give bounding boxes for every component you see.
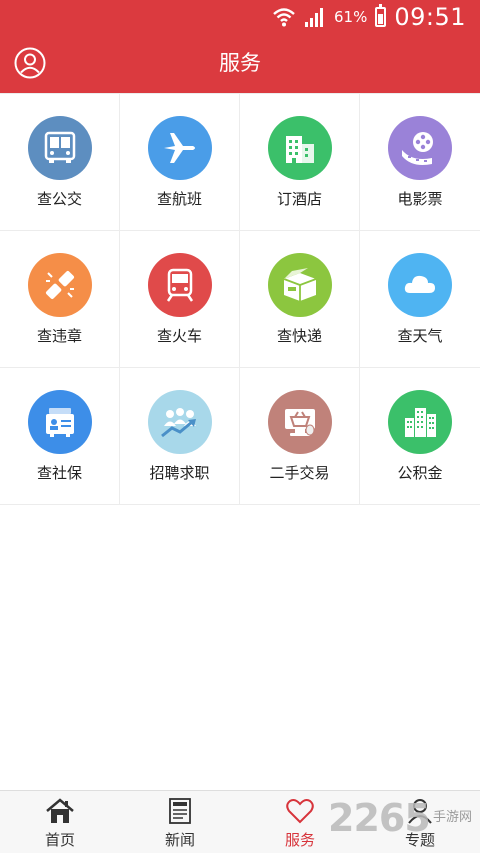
home-icon bbox=[46, 798, 74, 823]
status-indicators: 61% 09:51 bbox=[272, 0, 466, 34]
service-label: 查公交 bbox=[36, 190, 82, 208]
service-second-hand[interactable]: 二手交易 bbox=[240, 368, 360, 505]
service-label: 二手交易 bbox=[269, 464, 330, 482]
bus-icon bbox=[28, 116, 92, 180]
watermark-text: 手游网 bbox=[432, 810, 472, 825]
airplane-icon bbox=[148, 116, 212, 180]
nav-label: 首页 bbox=[44, 831, 75, 849]
service-weather[interactable]: 查天气 bbox=[360, 231, 480, 368]
cloud-icon bbox=[388, 253, 452, 317]
services-grid: 查公交 查航班 订酒店 电影票 查违章 查火车 查快递 查天气 查社保 招聘求职… bbox=[0, 93, 480, 505]
nav-news[interactable]: 新闻 bbox=[120, 791, 240, 853]
wifi-icon bbox=[273, 8, 295, 27]
battery-icon bbox=[375, 4, 387, 27]
service-movie[interactable]: 电影票 bbox=[360, 94, 480, 231]
watermark-number: 2265 bbox=[328, 796, 431, 840]
film-icon bbox=[388, 116, 452, 180]
service-express[interactable]: 查快递 bbox=[240, 231, 360, 368]
service-label: 订酒店 bbox=[276, 190, 322, 208]
news-icon bbox=[169, 798, 191, 824]
train-icon bbox=[148, 253, 212, 317]
service-label: 招聘求职 bbox=[149, 464, 210, 482]
site-watermark: 2265 手游网 bbox=[328, 796, 474, 840]
service-label: 查快递 bbox=[276, 327, 322, 345]
service-recruitment[interactable]: 招聘求职 bbox=[120, 368, 240, 505]
service-train[interactable]: 查火车 bbox=[120, 231, 240, 368]
nav-label: 新闻 bbox=[164, 831, 195, 849]
shopping-basket-icon bbox=[268, 390, 332, 454]
page-title: 服务 bbox=[219, 51, 261, 75]
service-label: 查天气 bbox=[397, 327, 443, 345]
signal-icon bbox=[304, 8, 323, 27]
service-social-security[interactable]: 查社保 bbox=[0, 368, 120, 505]
service-label: 查社保 bbox=[36, 464, 82, 482]
hotel-icon bbox=[268, 116, 332, 180]
package-icon bbox=[268, 253, 332, 317]
app-bar: 服务 bbox=[0, 34, 480, 93]
nav-home[interactable]: 首页 bbox=[0, 791, 120, 853]
service-housing-fund[interactable]: 公积金 bbox=[360, 368, 480, 505]
service-label: 电影票 bbox=[397, 190, 443, 208]
service-hotel[interactable]: 订酒店 bbox=[240, 94, 360, 231]
violation-icon bbox=[28, 253, 92, 317]
service-label: 查航班 bbox=[156, 190, 202, 208]
battery-percentage: 61% bbox=[333, 8, 368, 26]
social-security-icon bbox=[28, 390, 92, 454]
service-violation[interactable]: 查违章 bbox=[0, 231, 120, 368]
recruitment-icon bbox=[148, 390, 212, 454]
status-bar: 61% 09:51 bbox=[0, 0, 480, 34]
service-label: 查火车 bbox=[156, 327, 202, 345]
service-bus[interactable]: 查公交 bbox=[0, 94, 120, 231]
clock: 09:51 bbox=[394, 3, 466, 31]
service-flight[interactable]: 查航班 bbox=[120, 94, 240, 231]
buildings-icon bbox=[388, 390, 452, 454]
service-label: 公积金 bbox=[397, 464, 443, 482]
service-label: 查违章 bbox=[36, 327, 82, 345]
heart-icon bbox=[286, 799, 314, 824]
